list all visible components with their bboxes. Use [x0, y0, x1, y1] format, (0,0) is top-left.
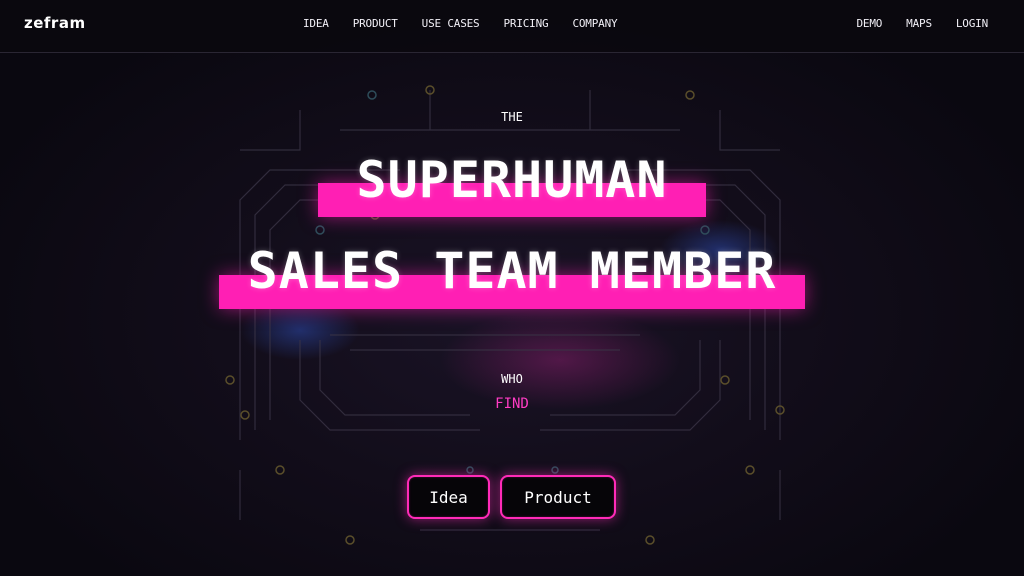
- hero-eyebrow: THE: [501, 110, 523, 124]
- product-button[interactable]: Product: [500, 475, 616, 519]
- primary-nav: IDEA PRODUCT USE CASES PRICING COMPANY: [303, 17, 641, 30]
- nav-idea[interactable]: IDEA: [303, 17, 329, 30]
- hero-find: FIND: [495, 396, 529, 412]
- headline-superhuman: SUPERHUMAN: [356, 151, 668, 209]
- nav-maps[interactable]: MAPS: [906, 17, 932, 30]
- brand-logo[interactable]: zefram: [24, 14, 86, 32]
- nav-use-cases[interactable]: USE CASES: [422, 17, 480, 30]
- nav-pricing[interactable]: PRICING: [503, 17, 548, 30]
- nav-product[interactable]: PRODUCT: [353, 17, 398, 30]
- nav-demo[interactable]: DEMO: [856, 17, 882, 30]
- top-navigation: zefram IDEA PRODUCT USE CASES PRICING CO…: [0, 0, 1024, 53]
- nav-login[interactable]: LOGIN: [956, 17, 988, 30]
- nav-company[interactable]: COMPANY: [572, 17, 617, 30]
- headline-line-1: SUPERHUMAN: [0, 150, 1024, 220]
- headline-sales-team-member: SALES TEAM MEMBER: [247, 242, 777, 300]
- idea-button[interactable]: Idea: [407, 475, 490, 519]
- landing-page: zefram IDEA PRODUCT USE CASES PRICING CO…: [0, 0, 1024, 576]
- headline-line-2: SALES TEAM MEMBER: [0, 240, 1024, 315]
- secondary-nav: DEMO MAPS LOGIN: [832, 17, 988, 30]
- hero-who: WHO: [501, 372, 523, 386]
